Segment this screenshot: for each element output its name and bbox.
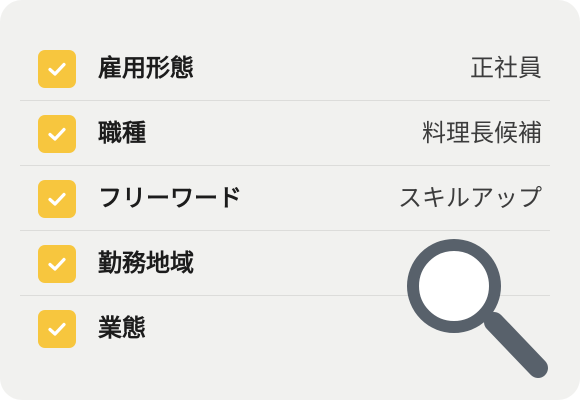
filter-label: 業態 bbox=[98, 314, 146, 342]
checkbox-free-word[interactable] bbox=[38, 180, 76, 218]
checkbox-job-type[interactable] bbox=[38, 115, 76, 153]
filter-row-job-type[interactable]: 職種 料理長候補 bbox=[20, 101, 550, 166]
search-filter-card: 雇用形態 正社員 職種 料理長候補 フリーワード スキルアップ 勤務地域 業態 bbox=[0, 0, 580, 400]
checkmark-icon bbox=[48, 62, 66, 76]
checkmark-icon bbox=[48, 192, 66, 206]
checkbox-business-type[interactable] bbox=[38, 310, 76, 348]
filter-label: 雇用形態 bbox=[98, 54, 194, 82]
magnifier-icon[interactable] bbox=[400, 236, 560, 386]
filter-value: 料理長候補 bbox=[422, 119, 542, 147]
checkbox-employment-type[interactable] bbox=[38, 50, 76, 88]
filter-label: フリーワード bbox=[98, 184, 242, 212]
filter-label: 職種 bbox=[98, 119, 146, 147]
filter-value: スキルアップ bbox=[398, 184, 542, 212]
filter-label: 勤務地域 bbox=[98, 249, 194, 277]
filter-row-free-word[interactable]: フリーワード スキルアップ bbox=[20, 166, 550, 231]
checkmark-icon bbox=[48, 257, 66, 271]
checkmark-icon bbox=[48, 127, 66, 141]
filter-row-employment-type[interactable]: 雇用形態 正社員 bbox=[20, 36, 550, 101]
checkmark-icon bbox=[48, 322, 66, 336]
filter-value: 正社員 bbox=[470, 54, 542, 82]
checkbox-work-area[interactable] bbox=[38, 245, 76, 283]
